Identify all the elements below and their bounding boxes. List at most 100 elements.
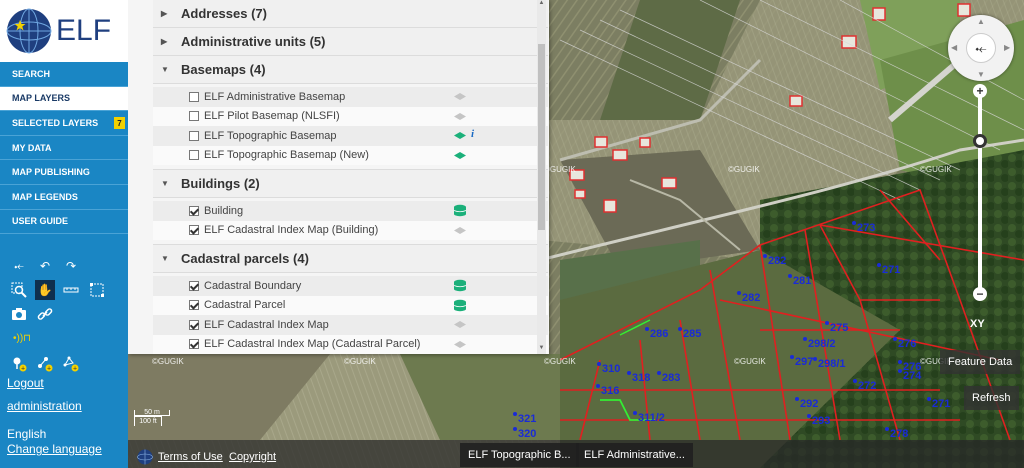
parcel-number-label: 283 xyxy=(657,371,680,384)
layer-checkbox[interactable] xyxy=(189,91,199,102)
reset-rotation-icon[interactable]: ⤝ xyxy=(966,33,996,63)
nav-search[interactable]: SEARCH xyxy=(0,62,128,87)
nav-map-layers[interactable]: MAP LAYERS xyxy=(0,86,128,112)
redo-icon[interactable]: ↷ xyxy=(61,256,81,276)
nav-label: USER GUIDE xyxy=(12,216,69,227)
nav-label: SEARCH xyxy=(12,68,51,79)
nav-my-data[interactable]: MY DATA xyxy=(0,136,128,161)
parcel-number-label: 282 xyxy=(763,254,786,267)
parcel-point-marker xyxy=(825,321,829,325)
nav-selected-layers[interactable]: SELECTED LAYERS 7 xyxy=(0,111,128,136)
layer-checkbox[interactable] xyxy=(189,111,199,122)
measure-line-icon[interactable] xyxy=(61,280,81,300)
layer-row[interactable]: ELF Pilot Basemap (NLSFI) xyxy=(153,106,548,126)
green-database-icon[interactable] xyxy=(453,299,467,312)
parcel-point-marker xyxy=(803,337,807,341)
parcel-point-marker xyxy=(596,384,600,388)
zoom-out-icon[interactable]: − xyxy=(973,287,987,301)
zoom-in-icon[interactable]: + xyxy=(973,84,987,98)
scroll-up-icon[interactable]: ▲ xyxy=(537,0,546,9)
add-point-icon[interactable]: + xyxy=(9,354,29,374)
layer-checkbox[interactable] xyxy=(189,280,199,291)
scroll-down-icon[interactable]: ▼ xyxy=(537,345,546,354)
layer-checkbox[interactable] xyxy=(189,339,199,350)
layer-row[interactable]: ELF Cadastral Index Map xyxy=(153,315,548,335)
change-language-link[interactable]: Change language xyxy=(0,442,128,456)
parcel-point-marker xyxy=(678,327,682,331)
zoom-slider-knob[interactable] xyxy=(973,134,987,148)
scale-bar: 50 m 100 ft xyxy=(134,409,170,426)
layer-row[interactable]: ELF Administrative Basemap xyxy=(153,87,548,107)
layer-row[interactable]: Building xyxy=(153,201,548,221)
nav-map-publishing[interactable]: MAP PUBLISHING xyxy=(0,160,128,185)
parcel-number-label: 316 xyxy=(596,384,619,397)
layer-group-header[interactable]: ▶ Addresses (7) xyxy=(153,0,548,28)
pan-north-icon[interactable]: ▲ xyxy=(977,17,985,26)
pan-east-icon[interactable]: ▶ xyxy=(1004,43,1010,52)
layer-list: ▶ Addresses (7) ▶ Administrative units (5) ▼… xyxy=(153,0,548,354)
layer-row[interactable]: ELF Cadastral Index Map (Cadastral Parce… xyxy=(153,334,548,354)
coordinate-tool[interactable]: XY xyxy=(970,318,985,330)
green-layer-icon[interactable] xyxy=(453,149,467,162)
feature-data-button[interactable]: Feature Data xyxy=(940,350,1021,374)
layer-row[interactable]: ELF Topographic Basemap (New) xyxy=(153,145,548,165)
grey-layer-icon[interactable] xyxy=(453,224,467,237)
layer-info-icon[interactable]: i xyxy=(471,128,474,140)
grey-layer-icon[interactable] xyxy=(453,110,467,123)
parcel-number-label: 276 xyxy=(893,337,916,350)
collapse-right-icon: ▶ xyxy=(161,9,168,18)
green-database-icon[interactable] xyxy=(453,279,467,292)
layer-checkbox[interactable] xyxy=(189,319,199,330)
camera-icon[interactable] xyxy=(9,304,29,324)
grey-layer-icon[interactable] xyxy=(453,318,467,331)
add-line-icon[interactable]: + xyxy=(35,354,55,374)
layer-row[interactable]: Cadastral Parcel xyxy=(153,295,548,315)
parcel-point-marker xyxy=(853,379,857,383)
layer-row[interactable]: ELF Topographic Basemap i xyxy=(153,126,548,146)
undo-icon[interactable]: ↶ xyxy=(35,256,55,276)
grey-layer-icon[interactable] xyxy=(453,90,467,103)
layer-checkbox[interactable] xyxy=(189,130,199,141)
terms-of-use-link[interactable]: Terms of Use xyxy=(158,451,223,463)
logout-link[interactable]: Logout xyxy=(0,376,128,390)
green-layer-icon[interactable] xyxy=(453,129,467,142)
administration-link[interactable]: administration xyxy=(0,399,128,413)
grey-layer-icon[interactable] xyxy=(453,338,467,351)
layer-group-name: Buildings (2) xyxy=(181,176,260,191)
reset-view-icon[interactable]: ⤝ xyxy=(9,256,29,276)
layer-checkbox[interactable] xyxy=(189,205,199,216)
nav-user-guide[interactable]: USER GUIDE xyxy=(0,210,128,235)
refresh-button[interactable]: Refresh xyxy=(964,386,1019,410)
parcel-number-label: 318 xyxy=(627,371,650,384)
link-icon[interactable] xyxy=(35,304,55,324)
layer-group-header[interactable]: ▼ Buildings (2) xyxy=(153,170,548,198)
layer-panel: ▶ Addresses (7) ▶ Administrative units (5) ▼… xyxy=(128,0,549,354)
layer-group-header[interactable]: ▼ Cadastral parcels (4) xyxy=(153,245,548,273)
measure-area-icon[interactable] xyxy=(87,280,107,300)
basemap-tab-topographic[interactable]: ELF Topographic B... xyxy=(460,443,579,467)
layer-checkbox[interactable] xyxy=(189,300,199,311)
navigation-compass[interactable]: ▲ ▼ ◀ ▶ ⤝ xyxy=(948,15,1014,81)
zoom-box-icon[interactable] xyxy=(9,280,29,300)
green-database-icon[interactable] xyxy=(453,204,467,217)
layer-panel-scrollbar[interactable]: ▲ ▼ xyxy=(537,0,546,354)
layer-group-header[interactable]: ▶ Administrative units (5) xyxy=(153,28,548,56)
zoom-slider-track[interactable] xyxy=(978,88,982,293)
copyright-link[interactable]: Copyright xyxy=(229,451,276,463)
signal-icon[interactable]: •))⊓ xyxy=(9,328,35,348)
layer-row[interactable]: Cadastral Boundary xyxy=(153,276,548,296)
pan-west-icon[interactable]: ◀ xyxy=(951,43,957,52)
layer-checkbox[interactable] xyxy=(189,150,199,161)
globe-logo-icon xyxy=(6,8,52,54)
layer-checkbox[interactable] xyxy=(189,225,199,236)
nav-map-legends[interactable]: MAP LEGENDS xyxy=(0,185,128,210)
basemap-tab-administrative[interactable]: ELF Administrative... xyxy=(576,443,693,467)
layer-group-header[interactable]: ▼ Basemaps (4) xyxy=(153,56,548,84)
pan-south-icon[interactable]: ▼ xyxy=(977,70,985,79)
pan-hand-icon[interactable]: ✋ xyxy=(35,280,55,301)
add-area-icon[interactable]: + xyxy=(61,354,81,374)
scroll-thumb[interactable] xyxy=(538,44,545,230)
parcel-number-label: 298/2 xyxy=(803,337,836,350)
layer-row[interactable]: ELF Cadastral Index Map (Building) xyxy=(153,220,548,240)
svg-text:+: + xyxy=(21,366,25,373)
